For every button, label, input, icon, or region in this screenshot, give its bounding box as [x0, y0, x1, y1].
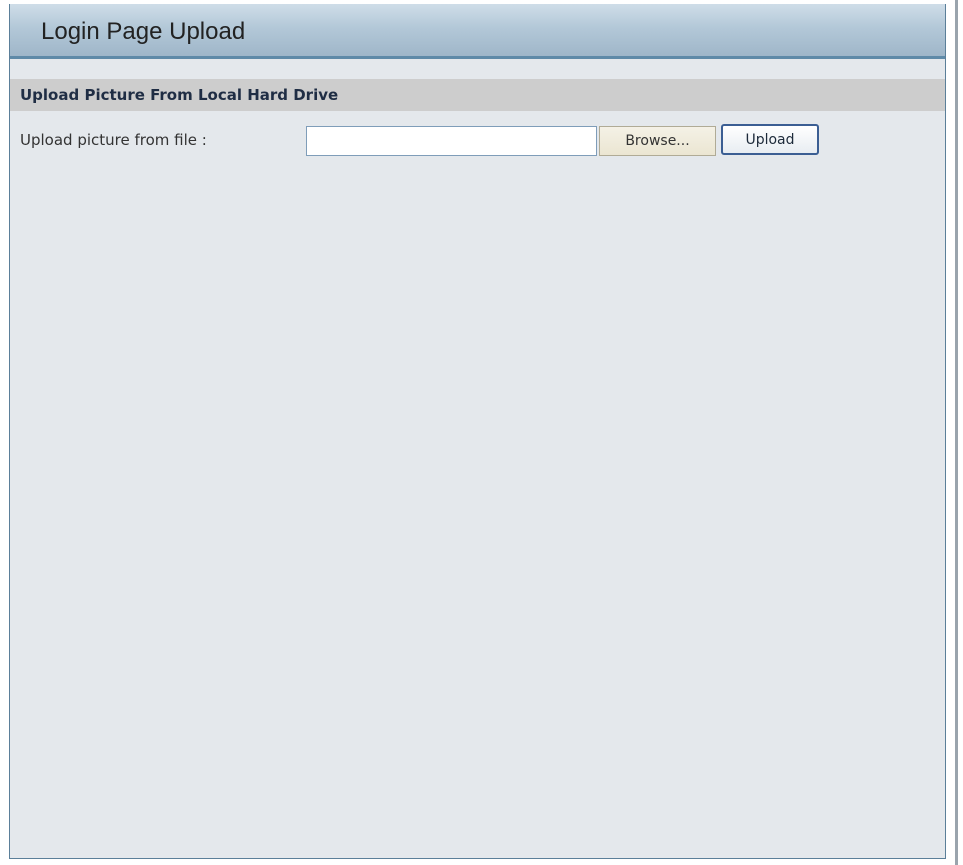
window-right-border	[955, 0, 958, 865]
page-title: Login Page Upload	[41, 18, 246, 45]
upload-file-path-input[interactable]	[306, 126, 597, 156]
content-panel: Login Page Upload Upload Picture From Lo…	[9, 4, 946, 859]
browse-button[interactable]: Browse...	[599, 126, 716, 156]
upload-file-label: Upload picture from file :	[20, 131, 207, 149]
upload-button[interactable]: Upload	[721, 124, 819, 155]
upload-section-header: Upload Picture From Local Hard Drive	[10, 79, 945, 111]
title-bar: Login Page Upload	[10, 4, 945, 59]
upload-section-title: Upload Picture From Local Hard Drive	[20, 86, 339, 104]
